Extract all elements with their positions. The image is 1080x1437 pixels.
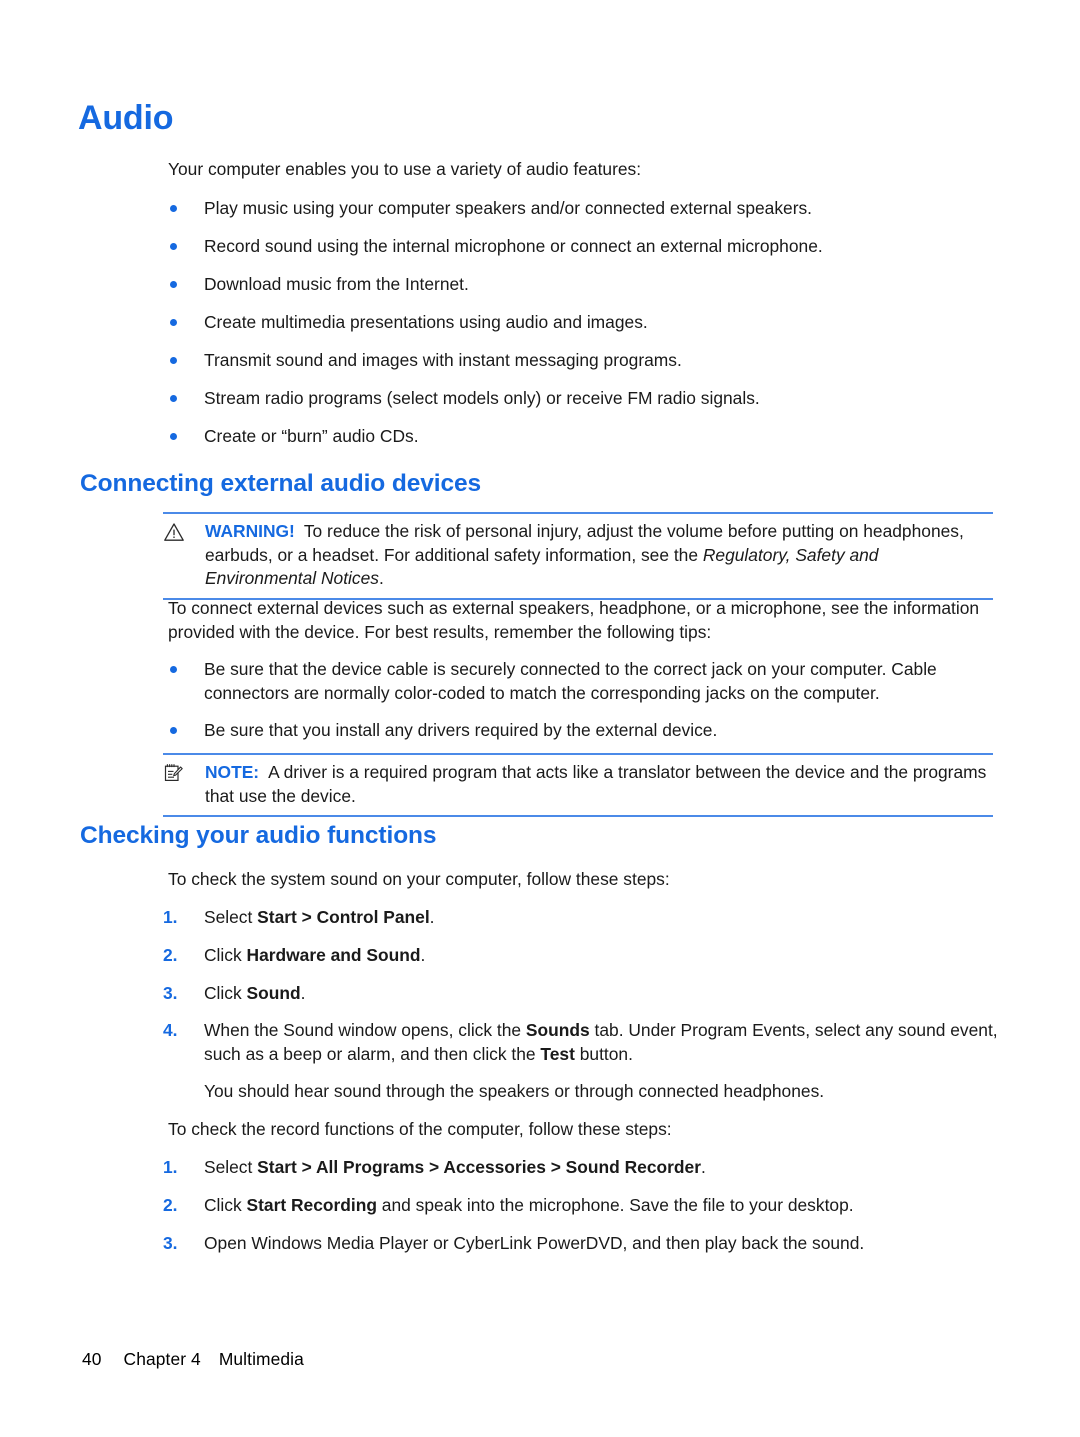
step-number: 1. <box>163 1157 178 1177</box>
note-text: A driver is a required program that acts… <box>205 762 987 806</box>
step-run: Click <box>204 1195 247 1215</box>
list-item: Play music using your computer speakers … <box>168 197 998 221</box>
list-item: Download music from the Internet. <box>168 273 998 297</box>
bullet-dot-icon <box>170 433 177 440</box>
list-item-text: Create or “burn” audio CDs. <box>204 426 419 446</box>
footer-page-number: 40 <box>82 1349 102 1369</box>
step-text: Open Windows Media Player or CyberLink P… <box>204 1232 998 1256</box>
list-item-text: Record sound using the internal micropho… <box>204 236 823 256</box>
numbered-step: 3. Open Windows Media Player or CyberLin… <box>163 1232 998 1256</box>
step-text: Select Start > Control Panel. <box>204 906 998 930</box>
step-number: 4. <box>163 1020 178 1040</box>
numbered-step: 3. Click Sound. <box>163 982 998 1006</box>
step-number: 2. <box>163 1195 178 1215</box>
bullet-dot-icon <box>170 205 177 212</box>
step-run: . <box>300 983 306 1003</box>
list-item-text: Play music using your computer speakers … <box>204 198 813 218</box>
bullet-dot-icon <box>170 666 177 673</box>
list-item: Stream radio programs (select models onl… <box>168 387 998 411</box>
step-run: Select <box>204 907 258 927</box>
note-pad-icon <box>163 763 185 783</box>
list-item: Create multimedia presentations using au… <box>168 311 998 335</box>
list-item-text: Be sure that you install any drivers req… <box>204 720 718 740</box>
step-run: . <box>429 907 435 927</box>
bullet-dot-icon <box>170 319 177 326</box>
numbered-step: 2. Click Hardware and Sound. <box>163 944 998 968</box>
step-run: Click <box>204 983 247 1003</box>
step-run: Select <box>204 1157 258 1177</box>
list-item-text: Create multimedia presentations using au… <box>204 312 648 332</box>
section-heading-connecting: Connecting external audio devices <box>80 470 482 497</box>
step-text: Click Start Recording and speak into the… <box>204 1194 998 1218</box>
ui-term: Start > Control Panel <box>257 907 430 927</box>
document-page: Audio Your computer enables you to use a… <box>0 0 1080 1437</box>
section-heading-checking: Checking your audio functions <box>80 822 437 849</box>
step-number: 2. <box>163 945 178 965</box>
record-intro: To check the record functions of the com… <box>168 1119 672 1139</box>
note-callout: NOTE: A driver is a required program that… <box>163 753 993 817</box>
step-run: Open Windows Media Player or CyberLink P… <box>204 1233 865 1253</box>
numbered-step: 2. Click Start Recording and speak into … <box>163 1194 998 1218</box>
bullet-dot-icon <box>170 727 177 734</box>
step-text: Click Hardware and Sound. <box>204 944 998 968</box>
step-run: and speak into the microphone. Save the … <box>376 1195 854 1215</box>
numbered-step: 1. Select Start > Control Panel. <box>163 906 998 930</box>
ui-term: Sounds <box>525 1020 590 1040</box>
step-number: 3. <box>163 983 178 1003</box>
result-text: You should hear sound through the speake… <box>204 1081 825 1101</box>
note-label: NOTE: <box>205 762 260 782</box>
warning-callout: WARNING! To reduce the risk of personal i… <box>163 512 993 600</box>
system-sound-intro: To check the system sound on your comput… <box>168 869 670 889</box>
step-run: . <box>420 945 426 965</box>
list-item: Be sure that you install any drivers req… <box>168 719 998 743</box>
numbered-step: 4. When the Sound window opens, click th… <box>163 1019 998 1066</box>
list-item-text: Transmit sound and images with instant m… <box>204 350 682 370</box>
list-item-text: Be sure that the device cable is securel… <box>204 659 937 703</box>
intro-paragraph: Your computer enables you to use a varie… <box>168 159 642 179</box>
bullet-dot-icon <box>170 243 177 250</box>
bullet-dot-icon <box>170 395 177 402</box>
warning-callout-body: WARNING! To reduce the risk of personal i… <box>163 520 993 591</box>
connecting-paragraph: To connect external devices such as exte… <box>168 598 980 642</box>
ui-term: Start > All Programs > Accessories > Sou… <box>257 1157 701 1177</box>
ui-term: Hardware and Sound <box>246 945 421 965</box>
step-text: Select Start > All Programs > Accessorie… <box>204 1156 998 1180</box>
page-title: Audio <box>78 99 174 137</box>
footer-chapter: Chapter 4 <box>123 1349 201 1369</box>
step-text: Click Sound. <box>204 982 998 1006</box>
step-number: 1. <box>163 907 178 927</box>
numbered-step: 1. Select Start > All Programs > Accesso… <box>163 1156 998 1180</box>
note-callout-body: NOTE: A driver is a required program that… <box>163 761 993 808</box>
step-run: . <box>700 1157 706 1177</box>
list-item-text: Stream radio programs (select models onl… <box>204 388 760 408</box>
step-run: button. <box>574 1043 633 1064</box>
list-item: Be sure that the device cable is securel… <box>168 658 998 705</box>
list-item: Record sound using the internal micropho… <box>168 235 998 259</box>
warning-text-part2: . <box>378 568 384 588</box>
step-run: Click <box>204 945 247 965</box>
step-text: When the Sound window opens, click the S… <box>204 1019 998 1066</box>
ui-term: Test <box>540 1043 575 1064</box>
ui-term: Sound <box>246 983 301 1003</box>
page-footer: 40 Chapter 4 Multimedia <box>82 1349 304 1370</box>
warning-label: WARNING! <box>205 521 295 541</box>
step-number: 3. <box>163 1233 178 1253</box>
list-item: Create or “burn” audio CDs. <box>168 425 998 449</box>
ui-term: Start Recording <box>246 1195 377 1215</box>
list-item-text: Download music from the Internet. <box>204 274 469 294</box>
warning-triangle-icon <box>163 522 185 542</box>
footer-chapter-title: Multimedia <box>218 1349 304 1369</box>
bullet-dot-icon <box>170 357 177 364</box>
list-item: Transmit sound and images with instant m… <box>168 349 998 373</box>
step-run: When the Sound window opens, click the <box>204 1020 526 1040</box>
bullet-dot-icon <box>170 281 177 288</box>
